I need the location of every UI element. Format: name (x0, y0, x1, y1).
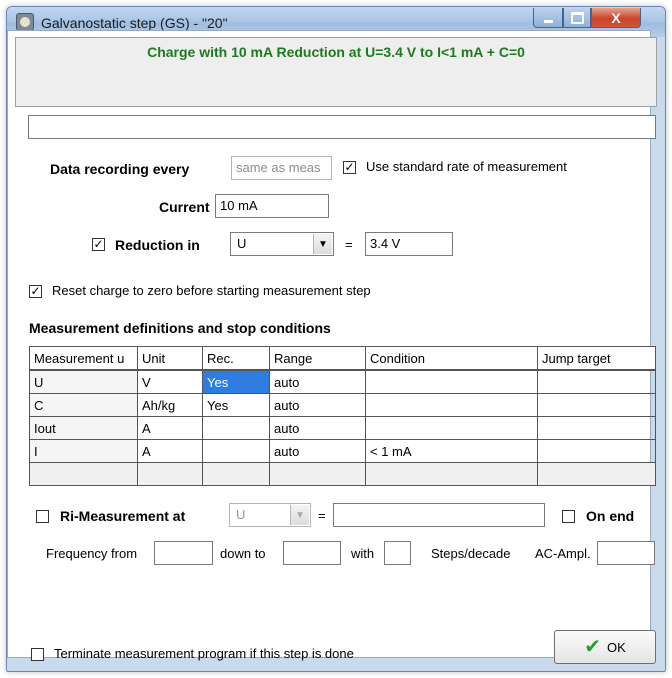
ri-measurement-label: Ri-Measurement at (60, 508, 186, 524)
window-title: Galvanostatic step (GS) - "20" (41, 15, 228, 31)
chevron-down-icon[interactable]: ▼ (313, 234, 332, 254)
ok-button[interactable]: ✔ OK (554, 630, 656, 664)
measurement-table[interactable]: Measurement u Unit Rec. Range Condition … (29, 346, 656, 486)
table-row-new[interactable] (29, 462, 656, 486)
use-standard-rate-checkbox[interactable]: ✓ (343, 161, 356, 174)
table-cell[interactable] (537, 462, 656, 486)
table-cell[interactable] (269, 462, 366, 486)
reset-charge-checkbox[interactable]: ✓ (29, 285, 42, 298)
measurement-section-title: Measurement definitions and stop conditi… (29, 320, 331, 336)
on-end-checkbox[interactable] (562, 510, 575, 523)
chevron-down-icon[interactable]: ▼ (290, 505, 309, 525)
table-cell[interactable] (202, 462, 270, 486)
table-row[interactable]: U V Yes auto (29, 369, 656, 394)
table-cell[interactable] (202, 416, 270, 440)
table-cell[interactable] (137, 462, 203, 486)
down-to-label: down to (220, 546, 266, 561)
steps-per-decade-label: Steps/decade (431, 546, 511, 561)
table-cell[interactable] (537, 416, 656, 440)
column-header[interactable]: Unit (137, 346, 203, 371)
table-cell[interactable]: Yes (202, 393, 270, 417)
on-end-label: On end (586, 508, 635, 524)
reduction-label: Reduction in (115, 237, 200, 253)
ri-select-value: U (236, 507, 246, 522)
close-button[interactable]: X (591, 8, 641, 28)
current-input[interactable]: 10 mA (215, 194, 329, 218)
current-label: Current (159, 199, 210, 215)
table-cell[interactable]: A (137, 439, 203, 463)
table-cell[interactable] (537, 393, 656, 417)
table-cell[interactable] (537, 439, 656, 463)
ac-ampl-label: AC-Ampl. (535, 546, 591, 561)
use-standard-rate-label: Use standard rate of measurement (366, 159, 567, 174)
table-cell[interactable]: Iout (29, 416, 138, 440)
table-cell[interactable]: auto (269, 393, 366, 417)
app-icon[interactable] (16, 13, 34, 31)
terminate-checkbox[interactable] (31, 648, 44, 661)
minimize-button[interactable] (533, 8, 563, 28)
table-cell[interactable] (537, 369, 656, 394)
table-cell-selected[interactable]: Yes (202, 369, 270, 394)
table-cell[interactable] (365, 416, 538, 440)
down-to-input[interactable] (283, 541, 341, 565)
table-cell[interactable]: U (29, 369, 138, 394)
minimize-icon (543, 19, 553, 23)
ok-button-label: OK (606, 639, 626, 655)
maximize-button[interactable] (563, 8, 591, 28)
column-header[interactable]: Jump target (537, 346, 656, 371)
column-header[interactable]: Measurement u (29, 346, 138, 371)
table-cell[interactable] (202, 439, 270, 463)
reduction-equals: = (345, 237, 353, 252)
maximize-icon (570, 11, 584, 24)
table-row[interactable]: C Ah/kg Yes auto (29, 393, 656, 417)
reduction-checkbox[interactable]: ✓ (92, 238, 105, 251)
ri-equals: = (318, 508, 326, 523)
column-header[interactable]: Condition (365, 346, 538, 371)
frequency-from-label: Frequency from (46, 546, 138, 561)
ac-ampl-input[interactable] (597, 541, 655, 565)
column-header[interactable]: Rec. (202, 346, 270, 371)
table-cell[interactable]: < 1 mA (365, 439, 538, 463)
ri-measurement-checkbox[interactable] (36, 510, 49, 523)
table-row[interactable]: I A auto < 1 mA (29, 439, 656, 463)
description-box: Charge with 10 mA Reduction at U=3.4 V t… (15, 37, 657, 107)
table-cell[interactable]: I (29, 439, 138, 463)
column-header[interactable]: Range (269, 346, 366, 371)
reduction-value-input[interactable]: 3.4 V (365, 232, 453, 256)
table-cell[interactable]: C (29, 393, 138, 417)
ri-measurement-select[interactable]: U ▼ (229, 503, 311, 527)
data-recording-label: Data recording every (50, 161, 190, 177)
table-cell[interactable] (365, 393, 538, 417)
table-cell[interactable] (365, 462, 538, 486)
ri-value-input[interactable] (333, 503, 545, 527)
frequency-from-input[interactable] (154, 541, 213, 565)
table-header-row: Measurement u Unit Rec. Range Condition … (29, 346, 656, 371)
table-cell[interactable]: auto (269, 439, 366, 463)
close-icon: X (611, 9, 621, 26)
with-label: with (351, 546, 375, 561)
table-cell[interactable] (365, 369, 538, 394)
table-cell[interactable]: A (137, 416, 203, 440)
steps-input[interactable] (384, 541, 411, 565)
checkmark-icon: ✔ (584, 636, 601, 658)
step-description: Charge with 10 mA Reduction at U=3.4 V t… (147, 44, 525, 60)
table-cell[interactable]: V (137, 369, 203, 394)
data-recording-input[interactable]: same as meas (231, 156, 332, 180)
reset-charge-label: Reset charge to zero before starting mea… (52, 283, 371, 298)
table-cell[interactable]: auto (269, 369, 366, 394)
reduction-quantity-select[interactable]: U ▼ (230, 232, 334, 256)
note-input[interactable] (28, 115, 656, 139)
table-row[interactable]: Iout A auto (29, 416, 656, 440)
reduction-select-value: U (237, 236, 247, 251)
table-cell[interactable]: Ah/kg (137, 393, 203, 417)
table-cell[interactable]: auto (269, 416, 366, 440)
terminate-label: Terminate measurement program if this st… (54, 646, 354, 661)
table-cell[interactable] (29, 462, 138, 486)
